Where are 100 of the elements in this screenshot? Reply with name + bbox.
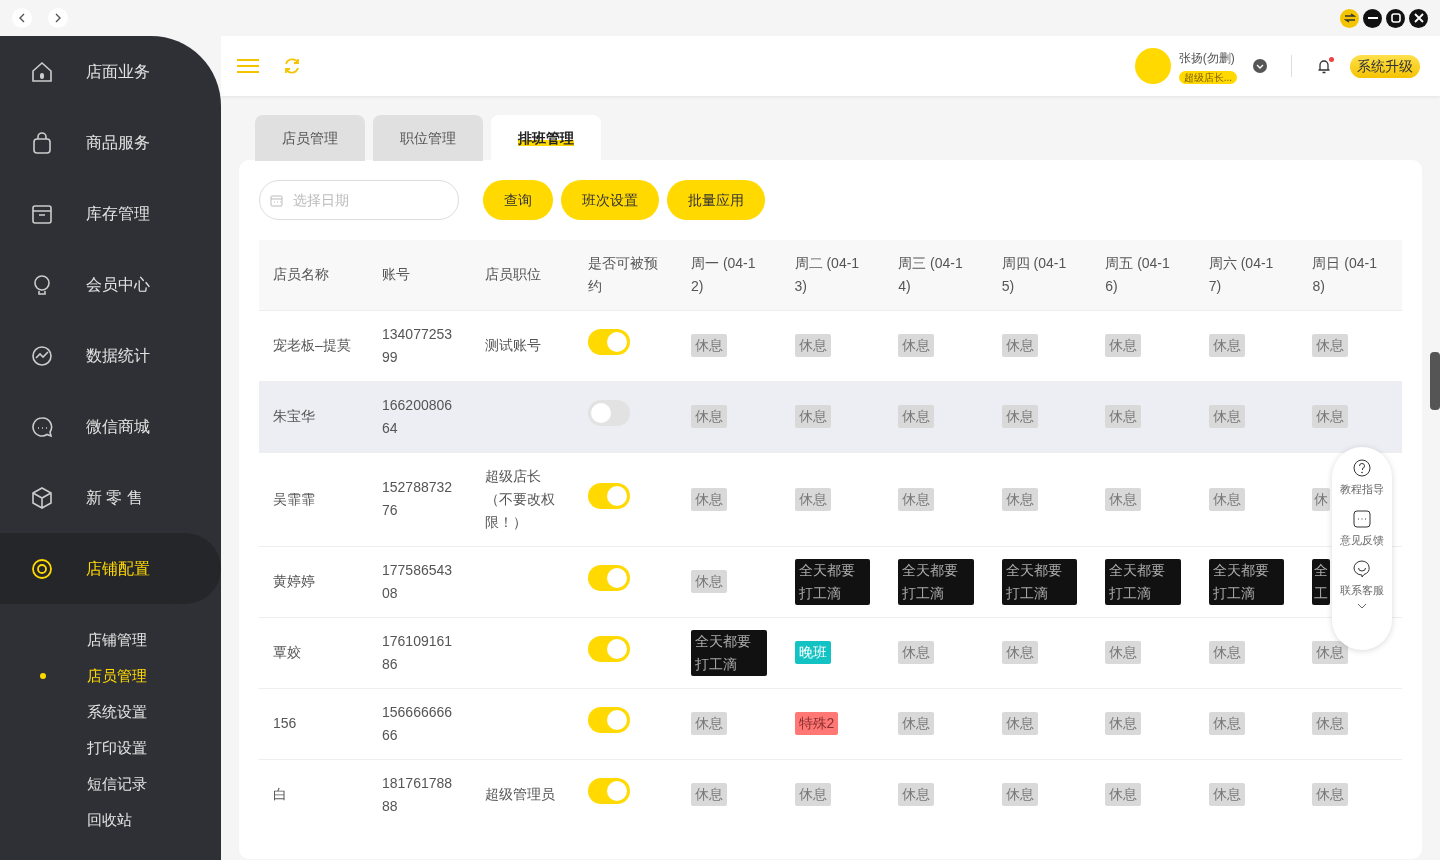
rest-tag[interactable]: 休息 — [898, 712, 935, 735]
rest-tag[interactable]: 休息 — [898, 487, 935, 511]
maximize-icon[interactable] — [1386, 8, 1405, 28]
sidebar-item[interactable]: 商品服务 — [0, 107, 221, 178]
sidebar-subitem[interactable]: 短信记录 — [0, 766, 221, 802]
rest-tag[interactable]: 休息 — [1105, 641, 1142, 664]
shift-tag[interactable]: 全工 — [1312, 558, 1331, 605]
help-item[interactable]: 意见反馈 — [1340, 531, 1384, 548]
sidebar-item[interactable]: 店面业务 — [0, 36, 221, 107]
rest-tag[interactable]: 休息 — [691, 783, 727, 807]
shift-tag[interactable]: 全天都要打工滴 — [794, 558, 871, 605]
rest-tag[interactable]: 休息 — [1001, 783, 1038, 807]
sidebar-item[interactable]: 库存管理 — [0, 178, 221, 249]
rest-tag[interactable]: 休息 — [794, 783, 831, 807]
rest-tag[interactable]: 休息 — [691, 487, 727, 511]
rest-tag[interactable]: 休息 — [1312, 334, 1349, 357]
sidebar-subitem[interactable]: 回收站 — [0, 802, 221, 838]
help-item[interactable]: 联系客服 — [1340, 582, 1384, 599]
rest-tag[interactable]: 休息 — [691, 570, 727, 593]
dropdown-icon[interactable] — [1253, 59, 1267, 73]
back-button[interactable] — [12, 8, 32, 28]
search-button[interactable]: 查询 — [483, 180, 553, 220]
rest-tag[interactable]: 休息 — [898, 405, 935, 428]
shift-settings-button[interactable]: 班次设置 — [561, 180, 659, 220]
rest-tag[interactable]: 休息 — [1312, 783, 1349, 807]
rest-tag[interactable]: 休息 — [691, 712, 727, 735]
sidebar-item[interactable]: 会员中心 — [0, 249, 221, 320]
shift-tag[interactable]: 晚班 — [794, 641, 831, 664]
bell-icon[interactable] — [1316, 57, 1334, 75]
sidebar-subitem[interactable]: 打印设置 — [0, 730, 221, 766]
rest-tag[interactable]: 休息 — [1208, 487, 1245, 511]
sidebar-item[interactable]: 微信商城 — [0, 391, 221, 462]
table-row[interactable]: 156 15666666666 休息 特殊2 休息 休息 休息 休息 休息 — [259, 688, 1402, 759]
tab[interactable]: 店员管理 — [255, 115, 365, 161]
rest-tag[interactable]: 休息 — [794, 334, 831, 357]
batch-apply-button[interactable]: 批量应用 — [667, 180, 765, 220]
rest-tag[interactable]: 休息 — [1208, 641, 1245, 664]
toggle-switch[interactable] — [588, 636, 630, 662]
upgrade-button[interactable]: 系统升级 — [1350, 54, 1420, 78]
swap-icon[interactable] — [1340, 8, 1359, 28]
shift-tag[interactable]: 全天都要打工滴 — [1105, 558, 1181, 605]
rest-tag[interactable]: 休息 — [1105, 487, 1142, 511]
menu-icon[interactable] — [237, 58, 259, 74]
shift-tag[interactable]: 特殊2 — [794, 712, 839, 735]
service-icon[interactable] — [1353, 560, 1371, 578]
table-row[interactable]: 朱宝华 16620080664 休息 休息 休息 休息 休息 休息 休息 — [259, 381, 1402, 452]
rest-tag[interactable]: 休息 — [1208, 783, 1245, 807]
sidebar-subitem[interactable]: 系统设置 — [0, 694, 221, 730]
rest-tag[interactable]: 休息 — [1105, 712, 1142, 735]
rest-tag[interactable]: 休息 — [898, 641, 935, 664]
shift-tag[interactable]: 全天都要打工滴 — [898, 558, 974, 605]
rest-tag[interactable]: 休息 — [691, 405, 727, 428]
sidebar-item[interactable]: 数据统计 — [0, 320, 221, 391]
rest-tag[interactable]: 休息 — [1312, 641, 1349, 664]
refresh-icon[interactable] — [283, 57, 301, 75]
shift-tag[interactable]: 全天都要打工滴 — [691, 629, 767, 676]
rest-tag[interactable]: 休息 — [1001, 641, 1038, 664]
rest-tag[interactable]: 休息 — [794, 405, 831, 428]
rest-tag[interactable]: 休息 — [1105, 405, 1142, 428]
rest-tag[interactable]: 休息 — [1001, 712, 1038, 735]
sidebar-item[interactable]: 店铺配置 — [0, 533, 221, 604]
help-icon[interactable] — [1353, 459, 1371, 477]
rest-tag[interactable]: 休息 — [794, 487, 831, 511]
minimize-icon[interactable] — [1363, 8, 1382, 28]
feedback-icon[interactable] — [1353, 509, 1371, 528]
sidebar-subitem[interactable]: 店员管理 — [0, 658, 221, 694]
rest-tag[interactable]: 休息 — [1105, 783, 1142, 807]
help-item[interactable]: 教程指导 — [1340, 481, 1384, 498]
rest-tag[interactable]: 休息 — [1001, 334, 1038, 357]
table-row[interactable]: 宠老板–提莫 13407725399 测试账号 休息 休息 休息 休息 休息 休息 休息 — [259, 310, 1402, 381]
chat-icon — [30, 414, 54, 439]
toggle-switch[interactable] — [588, 565, 630, 591]
rest-tag[interactable]: 休息 — [1312, 712, 1349, 735]
tab[interactable]: 职位管理 — [373, 115, 483, 161]
table-row[interactable]: 白 18176178888 超级管理员 休息 休息 休息 休息 休息 休息 休息 — [259, 759, 1402, 830]
scrollbar-handle[interactable] — [1430, 352, 1440, 410]
rest-tag[interactable]: 休息 — [1208, 405, 1245, 428]
sidebar-subitem[interactable]: 店铺管理 — [0, 622, 221, 658]
sidebar-item[interactable]: 新 零 售 — [0, 462, 221, 533]
close-icon[interactable] — [1409, 8, 1428, 28]
rest-tag[interactable]: 休息 — [1001, 487, 1038, 511]
toggle-switch[interactable] — [588, 482, 630, 509]
chevron-down-icon[interactable] — [1357, 602, 1367, 609]
toggle-switch[interactable] — [588, 778, 630, 805]
rest-tag[interactable]: 休息 — [1105, 334, 1142, 357]
rest-tag[interactable]: 休息 — [898, 783, 935, 807]
rest-tag[interactable]: 休息 — [691, 334, 727, 357]
toggle-switch[interactable] — [588, 329, 630, 355]
rest-tag[interactable]: 休 — [1312, 487, 1331, 511]
avatar[interactable] — [1134, 48, 1171, 84]
rest-tag[interactable]: 休息 — [1001, 405, 1038, 428]
shift-tag[interactable]: 全天都要打工滴 — [1208, 558, 1285, 605]
rest-tag[interactable]: 休息 — [1208, 712, 1245, 735]
forward-button[interactable] — [48, 8, 68, 28]
shift-tag[interactable]: 全天都要打工滴 — [1001, 558, 1078, 605]
toggle-switch[interactable] — [588, 400, 630, 426]
rest-tag[interactable]: 休息 — [898, 334, 935, 357]
rest-tag[interactable]: 休息 — [1312, 405, 1349, 428]
toggle-switch[interactable] — [588, 707, 630, 733]
rest-tag[interactable]: 休息 — [1208, 334, 1245, 357]
